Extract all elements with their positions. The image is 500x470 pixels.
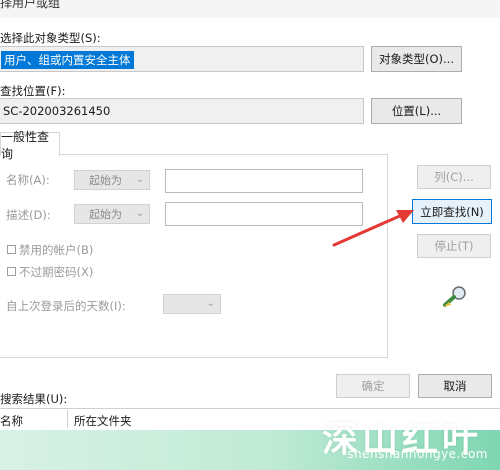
no-expire-password-checkbox[interactable] [7, 267, 16, 276]
object-type-value: 用户、组或内置安全主体 [1, 51, 134, 69]
tab-common-queries[interactable]: 一般性查询 [0, 130, 60, 161]
disabled-accounts-label: 禁用的帐户(B) [19, 243, 94, 257]
name-label: 名称(A): [6, 173, 50, 187]
columns-button[interactable]: 列(C)... [417, 165, 491, 189]
location-value: SC-202003261450 [3, 104, 111, 118]
find-now-button[interactable]: 立即查找(N) [412, 199, 492, 224]
window-title: 择用户或组 [0, 0, 61, 10]
location-label: 查找位置(F): [0, 84, 66, 98]
title-bar [0, 0, 500, 18]
search-icon [440, 284, 470, 310]
results-column-name[interactable]: 名称 [0, 413, 23, 429]
description-label: 描述(D): [6, 208, 51, 222]
days-since-login-label: 自上次登录后的天数(I): [6, 299, 126, 313]
days-since-login-select[interactable]: ⌄ [163, 294, 221, 314]
name-mode-value: 起始为 [89, 174, 122, 187]
disabled-accounts-checkbox[interactable] [7, 245, 16, 254]
locations-button[interactable]: 位置(L)... [371, 98, 462, 124]
results-divider [0, 408, 500, 409]
cancel-button[interactable]: 取消 [418, 374, 492, 398]
chevron-down-icon: ⌄ [206, 298, 215, 309]
object-type-label: 选择此对象类型(S): [0, 31, 101, 45]
annotation-arrow-icon [332, 210, 414, 247]
watermark-url: shenshanhongye.com [347, 447, 488, 461]
column-separator [67, 410, 68, 428]
chevron-down-icon: ⌄ [135, 208, 144, 219]
description-mode-value: 起始为 [89, 208, 122, 221]
ok-button[interactable]: 确定 [336, 374, 410, 398]
no-expire-password-label: 不过期密码(X) [19, 265, 94, 279]
object-types-button[interactable]: 对象类型(O)... [371, 46, 462, 72]
stop-button[interactable]: 停止(T) [417, 234, 491, 258]
name-input[interactable] [165, 169, 363, 193]
description-mode-select[interactable]: 起始为 ⌄ [74, 204, 150, 224]
name-mode-select[interactable]: 起始为 ⌄ [74, 170, 150, 190]
results-column-folder[interactable]: 所在文件夹 [74, 413, 132, 429]
chevron-down-icon: ⌄ [135, 174, 144, 185]
search-results-label: 搜索结果(U): [0, 392, 68, 406]
object-type-field: 用户、组或内置安全主体 [0, 46, 364, 72]
location-field: SC-202003261450 [0, 98, 364, 124]
